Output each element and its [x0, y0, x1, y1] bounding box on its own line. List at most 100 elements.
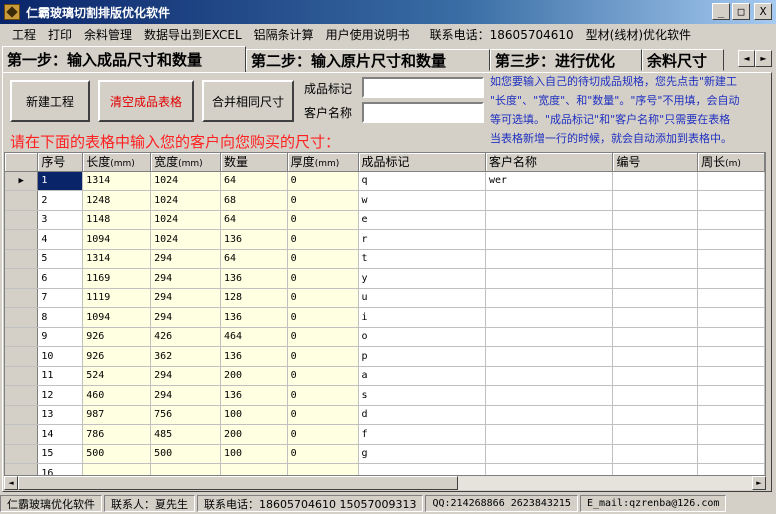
column-header-perimeter[interactable]: 周长(m)	[697, 153, 765, 172]
column-header-code[interactable]: 编号	[612, 153, 699, 172]
cell-customer-name[interactable]	[485, 327, 614, 347]
cell-index[interactable]: 15	[37, 444, 84, 464]
cell-index[interactable]: 13	[37, 405, 84, 425]
table-row[interactable]: 7 1119 294 128 0 u	[5, 288, 765, 308]
cell-customer-name[interactable]	[485, 346, 614, 367]
cell-customer-name[interactable]	[485, 385, 614, 406]
cell-thickness[interactable]: 0	[287, 210, 359, 230]
cell-length[interactable]: 987	[82, 405, 152, 425]
cell-thickness[interactable]: 0	[287, 171, 359, 191]
cell-quantity[interactable]: 136	[220, 385, 288, 406]
cell-perimeter[interactable]	[697, 249, 765, 269]
cell-product-mark[interactable]: r	[358, 229, 487, 250]
cell-product-mark[interactable]	[358, 463, 487, 475]
cell-code[interactable]	[612, 346, 699, 367]
row-selector[interactable]	[5, 210, 39, 230]
cell-length[interactable]: 1314	[82, 171, 152, 191]
column-header-customer-name[interactable]: 客户名称	[485, 153, 614, 172]
cell-thickness[interactable]: 0	[287, 366, 359, 386]
cell-quantity[interactable]: 64	[220, 210, 288, 230]
column-header-thickness[interactable]: 厚度(mm)	[287, 153, 359, 172]
product-mark-input[interactable]	[362, 77, 484, 98]
row-selector[interactable]: ▶	[5, 171, 39, 191]
menu-user-manual[interactable]: 用户使用说明书	[320, 26, 416, 43]
cell-quantity[interactable]: 128	[220, 288, 288, 308]
cell-index[interactable]: 12	[37, 385, 84, 406]
cell-quantity[interactable]: 100	[220, 444, 288, 464]
menu-export-excel[interactable]: 数据导出到EXCEL	[138, 26, 248, 43]
table-row[interactable]: 4 1094 1024 136 0 r	[5, 229, 765, 250]
cell-product-mark[interactable]: y	[358, 268, 487, 289]
cell-width[interactable]: 426	[150, 327, 221, 347]
table-row[interactable]: 3 1148 1024 64 0 e	[5, 210, 765, 230]
cell-index[interactable]: 4	[37, 229, 84, 250]
cell-customer-name[interactable]	[485, 424, 614, 445]
cell-code[interactable]	[612, 463, 699, 475]
scrollbar-thumb[interactable]	[18, 476, 458, 490]
cell-perimeter[interactable]	[697, 307, 765, 328]
cell-code[interactable]	[612, 366, 699, 386]
cell-thickness[interactable]: 0	[287, 405, 359, 425]
cell-customer-name[interactable]	[485, 249, 614, 269]
cell-perimeter[interactable]	[697, 288, 765, 308]
cell-product-mark[interactable]: o	[358, 327, 487, 347]
cell-index[interactable]: 2	[37, 190, 84, 211]
cell-product-mark[interactable]: f	[358, 424, 487, 445]
cell-width[interactable]: 294	[150, 385, 221, 406]
merge-sizes-button[interactable]: 合并相同尺寸	[202, 80, 294, 122]
menu-spacer-calc[interactable]: 铝隔条计算	[248, 26, 320, 43]
cell-index[interactable]: 7	[37, 288, 84, 308]
cell-length[interactable]: 1094	[82, 307, 152, 328]
cell-length[interactable]: 1094	[82, 229, 152, 250]
cell-thickness[interactable]: 0	[287, 444, 359, 464]
scroll-left-icon[interactable]: ◄	[4, 476, 18, 490]
cell-product-mark[interactable]: q	[358, 171, 487, 191]
cell-width[interactable]: 362	[150, 346, 221, 367]
cell-perimeter[interactable]	[697, 405, 765, 425]
cell-code[interactable]	[612, 190, 699, 211]
cell-product-mark[interactable]: i	[358, 307, 487, 328]
cell-quantity[interactable]: 200	[220, 424, 288, 445]
cell-product-mark[interactable]: e	[358, 210, 487, 230]
menu-contact-phone[interactable]: 联系电话：18605704610	[424, 26, 580, 43]
table-row[interactable]: 14 786 485 200 0 f	[5, 424, 765, 445]
cell-code[interactable]	[612, 210, 699, 230]
cell-code[interactable]	[612, 327, 699, 347]
app-icon[interactable]	[4, 4, 20, 20]
cell-quantity[interactable]: 68	[220, 190, 288, 211]
tab-scroll-right-icon[interactable]: ►	[755, 50, 772, 67]
column-header-product-mark[interactable]: 成品标记	[358, 153, 487, 172]
cell-customer-name[interactable]	[485, 444, 614, 464]
cell-product-mark[interactable]: d	[358, 405, 487, 425]
maximize-button[interactable]: □	[732, 3, 750, 20]
cell-product-mark[interactable]: w	[358, 190, 487, 211]
cell-perimeter[interactable]	[697, 424, 765, 445]
cell-customer-name[interactable]	[485, 288, 614, 308]
clear-table-button[interactable]: 清空成品表格	[98, 80, 194, 122]
close-button[interactable]: X	[754, 3, 772, 20]
table-row[interactable]: 15 500 500 100 0 g	[5, 444, 765, 464]
cell-code[interactable]	[612, 249, 699, 269]
cell-index[interactable]: 8	[37, 307, 84, 328]
cell-length[interactable]: 1248	[82, 190, 152, 211]
cell-length[interactable]: 926	[82, 346, 152, 367]
cell-width[interactable]: 1024	[150, 229, 221, 250]
tab-scroll-left-icon[interactable]: ◄	[738, 50, 755, 67]
cell-thickness[interactable]: 0	[287, 327, 359, 347]
cell-thickness[interactable]: 0	[287, 346, 359, 367]
cell-length[interactable]: 500	[82, 444, 152, 464]
horizontal-scrollbar[interactable]: ◄ ►	[4, 476, 766, 490]
table-row[interactable]: 12 460 294 136 0 s	[5, 385, 765, 406]
cell-customer-name[interactable]	[485, 229, 614, 250]
cell-quantity[interactable]: 136	[220, 229, 288, 250]
cell-code[interactable]	[612, 307, 699, 328]
cell-index[interactable]: 6	[37, 268, 84, 289]
table-row[interactable]: 2 1248 1024 68 0 w	[5, 190, 765, 211]
row-selector[interactable]	[5, 249, 39, 269]
cell-perimeter[interactable]	[697, 190, 765, 211]
cell-length[interactable]: 524	[82, 366, 152, 386]
cell-customer-name[interactable]	[485, 463, 614, 475]
cell-code[interactable]	[612, 288, 699, 308]
table-row[interactable]: 10 926 362 136 0 p	[5, 346, 765, 367]
cell-perimeter[interactable]	[697, 229, 765, 250]
